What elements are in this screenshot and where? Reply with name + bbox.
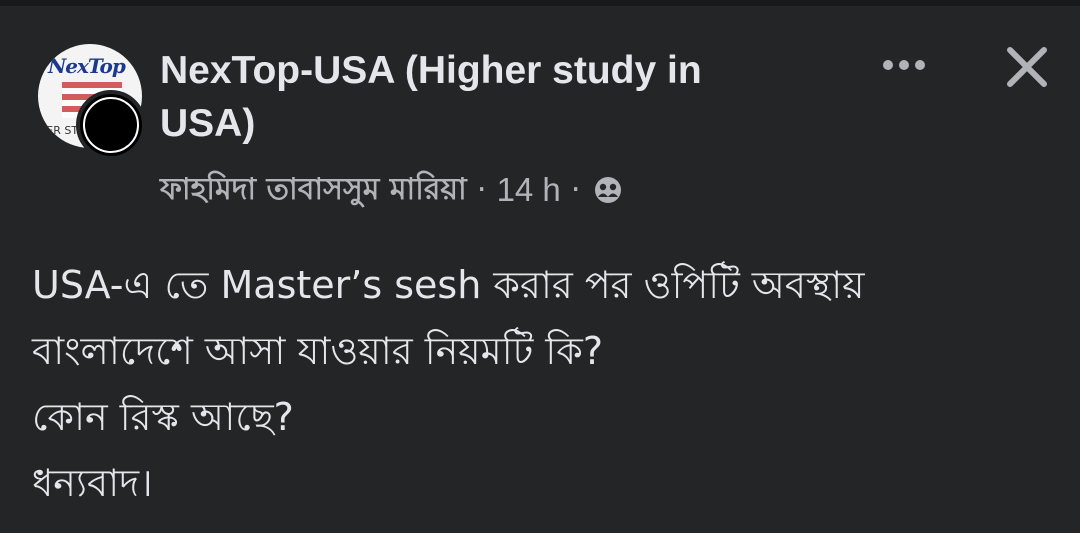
post-body-line: বাংলাদেশে আসা যাওয়ার নিয়মটি কি? (32, 329, 604, 373)
author-name-link[interactable]: ফাহমিদা তাবাসসুম মারিয়া (160, 165, 467, 216)
more-options-icon (880, 57, 928, 76)
more-options-button[interactable] (874, 44, 934, 88)
post-meta: ফাহমিদা তাবাসসুম মারিয়া · 14 h · (160, 166, 623, 214)
post-body-line: কোন রিস্ক আছে? (32, 395, 294, 439)
author-avatar[interactable] (76, 90, 146, 160)
close-button[interactable] (996, 38, 1058, 100)
post-timestamp[interactable]: 14 h (497, 171, 561, 209)
meta-separator: · (570, 172, 581, 208)
avatar-logo-tag: HER ST (38, 124, 79, 137)
group-post: NexTop HER ST NexTop-USA (Higher study i… (0, 6, 1080, 533)
post-body: USA-এ তে Master’s sesh করার পর ওপিটি অবস… (32, 252, 1062, 516)
post-body-line: USA-এ তে Master’s sesh করার পর ওপিটি অবস… (32, 263, 865, 307)
author-avatar-ring (83, 97, 139, 153)
post-body-line: ধন্যবাদ। (32, 461, 153, 505)
group-icon[interactable] (593, 175, 623, 205)
group-name-link[interactable]: NexTop-USA (Higher study in USA) (160, 44, 800, 150)
close-icon (1005, 45, 1049, 93)
meta-separator: · (476, 172, 487, 208)
avatar-logo-text: NexTop (48, 54, 126, 78)
